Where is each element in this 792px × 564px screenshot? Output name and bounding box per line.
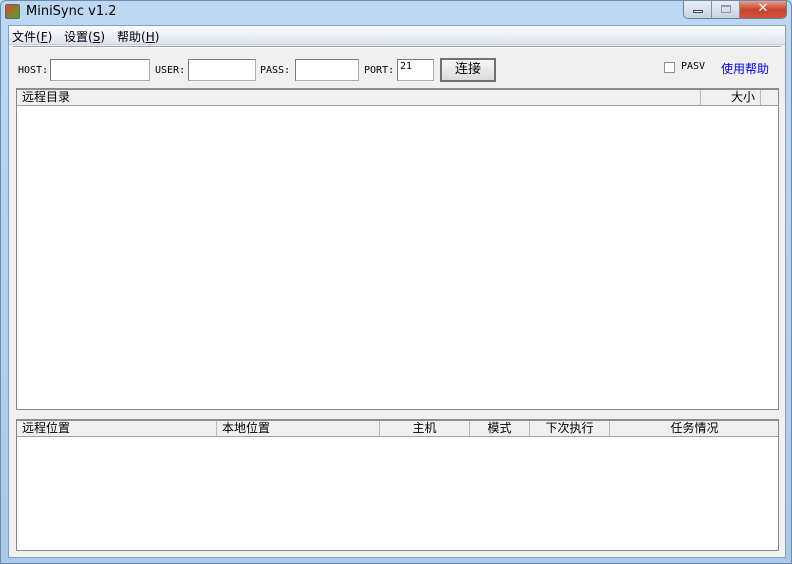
task-list[interactable]: 远程位置 本地位置 主机 模式 下次执行 任务情况 (16, 419, 779, 551)
menu-accelerator: F (40, 30, 48, 44)
pass-input[interactable] (295, 59, 359, 81)
menu-label: 设置 (64, 30, 89, 44)
client-area: 文件(F) 设置(S) 帮助(H) HOST: USER: PASS: PORT… (8, 25, 786, 558)
port-label: PORT: (364, 65, 395, 76)
menu-accelerator: S (92, 30, 101, 44)
window-title: MiniSync v1.2 (26, 4, 117, 19)
menu-label: 文件 (12, 30, 37, 44)
connect-button[interactable]: 连接 (440, 58, 496, 82)
menu-label: 帮助 (117, 30, 142, 44)
user-input[interactable] (188, 59, 256, 81)
list-header: 远程位置 本地位置 主机 模式 下次执行 任务情况 (17, 421, 778, 437)
column-remote-directory[interactable]: 远程目录 (17, 90, 701, 105)
user-label: USER: (155, 65, 186, 76)
menu-help[interactable]: 帮助(H) (117, 28, 159, 45)
minimize-button[interactable] (684, 1, 712, 18)
menu-file[interactable]: 文件(F) (12, 28, 52, 45)
column-mode[interactable]: 模式 (470, 421, 530, 436)
app-icon (5, 4, 20, 19)
pass-label: PASS: (260, 65, 291, 76)
maximize-button[interactable] (712, 1, 740, 18)
host-input[interactable] (50, 59, 150, 81)
title-bar[interactable]: MiniSync v1.2 ✕ (1, 1, 791, 25)
column-size[interactable]: 大小 (701, 90, 761, 105)
remote-directory-list[interactable]: 远程目录 大小 (16, 88, 779, 410)
column-next-run[interactable]: 下次执行 (530, 421, 610, 436)
list-header: 远程目录 大小 (17, 90, 778, 106)
help-link[interactable]: 使用帮助 (721, 60, 769, 77)
menu-settings[interactable]: 设置(S) (64, 28, 105, 45)
pasv-checkbox[interactable] (664, 62, 675, 73)
pasv-label: PASV (681, 61, 706, 72)
close-button[interactable]: ✕ (740, 1, 786, 18)
menu-bar: 文件(F) 设置(S) 帮助(H) (9, 26, 785, 45)
column-host[interactable]: 主机 (380, 421, 470, 436)
column-remote-location[interactable]: 远程位置 (17, 421, 217, 436)
host-label: HOST: (18, 65, 49, 76)
column-task-status[interactable]: 任务情况 (610, 421, 779, 436)
divider (13, 46, 781, 48)
port-input[interactable]: 21 (397, 59, 434, 81)
app-window: MiniSync v1.2 ✕ 文件(F) 设置(S) 帮助(H) HOST: … (0, 0, 792, 564)
menu-accelerator: H (145, 30, 155, 44)
column-local-location[interactable]: 本地位置 (217, 421, 380, 436)
